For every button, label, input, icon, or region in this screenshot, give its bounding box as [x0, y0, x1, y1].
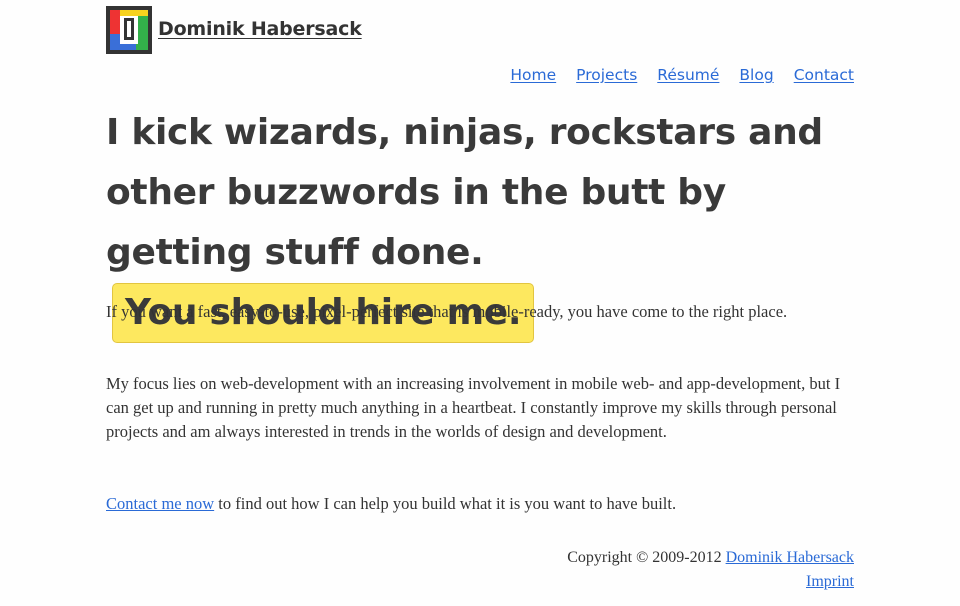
imprint-link[interactable]: Imprint: [806, 573, 854, 590]
site-brand-link[interactable]: Dominik Habersack: [106, 6, 362, 54]
focus-paragraph: My focus lies on web-development with an…: [106, 374, 841, 441]
nav-blog-link[interactable]: Blog: [739, 66, 773, 84]
nav-resume-link[interactable]: Résumé: [657, 66, 719, 84]
intro-paragraph: If you want a fast, easy-to-use, pixel-p…: [106, 302, 788, 321]
copyright-line: Copyright © 2009-2012 Dominik Habersack: [567, 546, 854, 570]
main-nav: Home Projects Résumé Blog Contact: [490, 66, 854, 84]
copyright-text: Copyright © 2009-2012: [567, 549, 726, 566]
page: Dominik Habersack Home Projects Résumé B…: [0, 0, 960, 606]
pixel-logo-icon: [106, 6, 152, 54]
contact-me-link[interactable]: Contact me now: [106, 494, 214, 513]
footer: Copyright © 2009-2012 Dominik Habersack …: [567, 546, 854, 594]
footer-author-link[interactable]: Dominik Habersack: [726, 549, 854, 566]
site-name[interactable]: Dominik Habersack: [158, 18, 362, 40]
nav-home-link[interactable]: Home: [510, 66, 556, 84]
contact-text: to find out how I can help you build wha…: [214, 494, 677, 513]
hero-headline: I kick wizards, ninjas, rockstars and ot…: [106, 112, 823, 273]
nav-projects-link[interactable]: Projects: [576, 66, 637, 84]
nav-contact-link[interactable]: Contact: [794, 66, 854, 84]
contact-paragraph: Contact me now to find out how I can hel…: [106, 492, 846, 516]
